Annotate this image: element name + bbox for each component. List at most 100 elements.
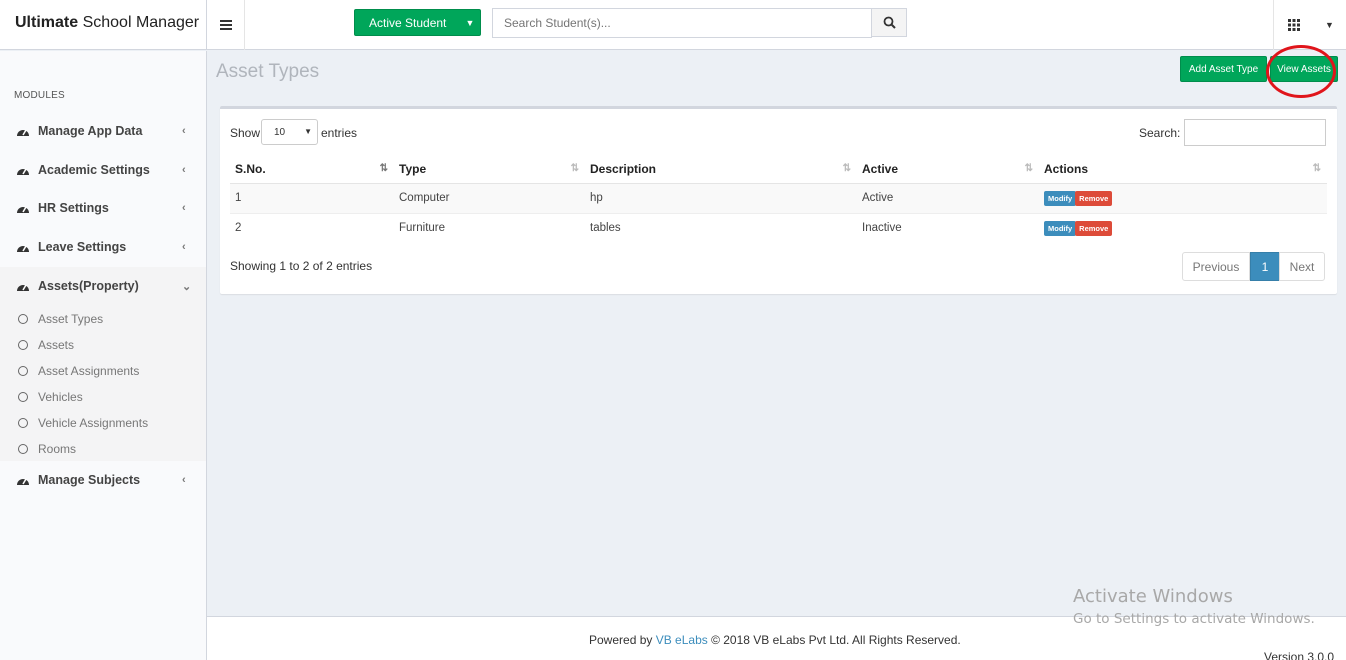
pagination-previous[interactable]: Previous	[1182, 252, 1250, 281]
sidebar-item-manage-subjects[interactable]: Manage Subjects ‹	[0, 461, 206, 499]
modify-button[interactable]: Modify	[1044, 190, 1077, 206]
column-header-label: Description	[590, 162, 657, 177]
activate-windows-subtitle: Go to Settings to activate Windows.	[1073, 611, 1315, 627]
circle-icon	[18, 340, 28, 350]
sidebar-item-hr-settings[interactable]: HR Settings ‹	[0, 189, 206, 227]
dashboard-icon	[17, 478, 29, 485]
add-asset-type-button[interactable]: Add Asset Type	[1180, 56, 1267, 82]
footer-company-link[interactable]: VB eLabs	[656, 633, 708, 647]
chevron-left-icon: ‹	[182, 164, 186, 176]
submenu-item-asset-assignments[interactable]: Asset Assignments	[0, 358, 206, 384]
table-info: Showing 1 to 2 of 2 entries	[230, 259, 373, 273]
submenu-item-label: Asset Types	[38, 312, 104, 326]
user-menu-caret[interactable]: ▼	[1313, 0, 1346, 50]
table-header-row: S.No. ⇅ Type ⇅ Description ⇅ Active ⇅ Action…	[230, 156, 1327, 184]
circle-icon	[18, 366, 28, 376]
column-header-label: Active	[862, 162, 899, 177]
student-search-input[interactable]	[492, 8, 872, 38]
cell-actions: Modify Remove	[1039, 212, 1327, 243]
modify-button[interactable]: Modify	[1044, 220, 1077, 236]
caret-down-icon: ▼	[465, 17, 475, 28]
sidebar-item-label: Leave Settings	[38, 240, 127, 254]
circle-icon	[18, 444, 28, 454]
app-brand[interactable]: Ultimate School Manager	[0, 0, 207, 50]
th-icon	[1287, 19, 1300, 31]
view-assets-button[interactable]: View Assets	[1270, 56, 1338, 82]
apps-grid-button[interactable]	[1273, 0, 1313, 50]
remove-button[interactable]: Remove	[1075, 220, 1113, 236]
submenu-item-vehicle-assignments[interactable]: Vehicle Assignments	[0, 410, 206, 436]
sidebar-item-manage-app-data[interactable]: Manage App Data ‹	[0, 112, 206, 150]
submenu-item-asset-types[interactable]: Asset Types	[0, 306, 206, 332]
page-length-select[interactable]: 10 ▼	[261, 119, 318, 145]
dashboard-icon	[17, 168, 29, 175]
table-row: 2 Furniture tables Inactive Modify Remove	[230, 212, 1327, 243]
cell-type: Computer	[394, 182, 585, 213]
chevron-left-icon: ‹	[182, 125, 186, 137]
submenu-item-label: Rooms	[38, 442, 77, 456]
caret-down-icon: ▼	[304, 127, 312, 136]
version-text: Version 3.0.0	[1264, 650, 1335, 660]
dashboard-icon	[17, 284, 29, 291]
bars-icon	[219, 20, 232, 30]
circle-icon	[18, 392, 28, 402]
sidebar-item-leave-settings[interactable]: Leave Settings ‹	[0, 228, 206, 266]
circle-icon	[18, 314, 28, 324]
chevron-left-icon: ‹	[182, 202, 186, 214]
brand-rest: School Manager	[78, 14, 200, 31]
cell-type: Furniture	[394, 212, 585, 243]
search-button[interactable]	[871, 8, 907, 37]
table-search-label: Search:	[1139, 126, 1181, 140]
submenu-item-label: Assets	[38, 338, 75, 352]
asset-types-table: S.No. ⇅ Type ⇅ Description ⇅ Active ⇅ Action…	[230, 156, 1327, 243]
active-student-dropdown[interactable]: Active Student ▼	[354, 9, 481, 36]
dashboard-icon	[17, 245, 29, 252]
submenu-item-label: Vehicle Assignments	[38, 416, 149, 430]
activate-windows-title: Activate Windows	[1073, 586, 1233, 607]
chevron-left-icon: ‹	[182, 474, 186, 486]
column-header-sno[interactable]: S.No. ⇅	[230, 156, 394, 184]
column-header-description[interactable]: Description ⇅	[585, 156, 857, 184]
sidebar-item-label: HR Settings	[38, 201, 109, 215]
column-header-actions[interactable]: Actions ⇅	[1039, 156, 1327, 184]
sidebar-item-assets-property[interactable]: Assets(Property) ⌄	[0, 267, 206, 305]
sidebar-header: MODULES	[14, 90, 65, 101]
column-header-label: Type	[399, 162, 427, 177]
column-header-label: Actions	[1044, 162, 1089, 177]
footer-powered-by: Powered by	[589, 633, 656, 647]
asset-types-panel: Show 10 ▼ entries Search: S.No. ⇅ Type ⇅ D…	[220, 106, 1337, 294]
table-search-input[interactable]	[1184, 119, 1326, 146]
footer-text: Powered by VB eLabs © 2018 VB eLabs Pvt …	[589, 633, 961, 647]
sidebar-toggle-button[interactable]	[207, 0, 245, 50]
sidebar: MODULES Manage App Data ‹ Academic Setti…	[0, 51, 207, 660]
sort-icon: ⇅	[1024, 163, 1033, 174]
cell-actions: Modify Remove	[1039, 182, 1327, 213]
brand-bold: Ultimate	[15, 14, 79, 31]
remove-button[interactable]: Remove	[1075, 190, 1113, 206]
show-label: Show	[230, 126, 261, 140]
sort-icon: ⇅	[570, 163, 579, 174]
sidebar-item-label: Manage App Data	[38, 124, 143, 138]
footer-copyright: © 2018 VB eLabs Pvt Ltd. All Rights Rese…	[707, 633, 961, 647]
column-header-active[interactable]: Active ⇅	[857, 156, 1039, 184]
assets-submenu: Asset Types Assets Asset Assignments Veh…	[0, 305, 206, 461]
pagination: Previous 1 Next	[1182, 252, 1325, 281]
entries-label: entries	[321, 126, 358, 140]
active-student-label: Active Student	[369, 15, 447, 30]
pagination-next[interactable]: Next	[1279, 252, 1325, 281]
sort-asc-icon: ⇅	[379, 163, 388, 174]
sidebar-item-academic-settings[interactable]: Academic Settings ‹	[0, 151, 206, 189]
submenu-item-rooms[interactable]: Rooms	[0, 436, 206, 462]
cell-description: tables	[585, 212, 857, 243]
sort-icon: ⇅	[1312, 163, 1321, 174]
cell-description: hp	[585, 182, 857, 213]
submenu-item-vehicles[interactable]: Vehicles	[0, 384, 206, 410]
submenu-item-assets[interactable]: Assets	[0, 332, 206, 358]
pagination-page-1[interactable]: 1	[1250, 252, 1280, 281]
cell-sno: 2	[230, 212, 394, 243]
caret-down-icon: ▼	[1325, 20, 1334, 30]
circle-icon	[18, 418, 28, 428]
cell-active: Inactive	[857, 212, 1039, 243]
column-header-type[interactable]: Type ⇅	[394, 156, 585, 184]
sort-icon: ⇅	[842, 163, 851, 174]
